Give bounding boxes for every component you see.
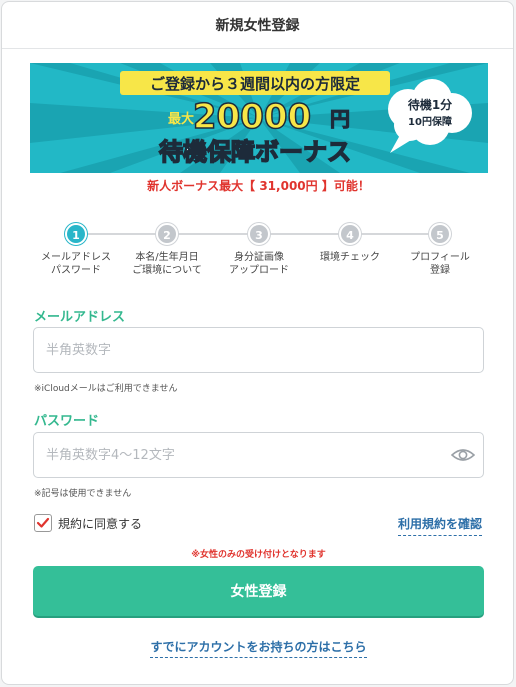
step-label: 本名/生年月日 ご環境について [132,252,202,276]
female-only-note: ※女性のみの受け付けとなります [191,550,326,560]
step-label: メールアドレス パスワード [41,252,111,276]
step-number: 3 [248,223,270,245]
header: 新規女性登録 [2,2,513,49]
step-5: 5 プロフィール 登録 [394,223,486,277]
step-number: 1 [65,223,87,245]
terms-link[interactable]: 利用規約を確認 [397,515,482,536]
password-note: ※記号は使用できません [34,489,132,499]
checkmark-icon [36,517,50,528]
progress-steps: 1 メールアドレス パスワード 2 本名/生年月日 ご環境について 3 身分証画… [30,220,488,290]
password-input[interactable] [33,432,484,478]
email-input[interactable] [33,327,484,373]
email-label: メールアドレス [34,310,126,325]
agree-checkbox-row[interactable]: 規約に同意する [34,514,142,532]
password-label: パスワード [34,414,100,429]
bubble-line2: 10円保障 [408,115,452,128]
promo-banner[interactable]: ご登録から３週間以内の方限定 最大 20000 円 待機保障ボーナス 待機1分 … [30,63,488,173]
agree-checkbox[interactable] [34,514,52,532]
email-note: ※iCloudメールはご利用できません [34,384,178,394]
login-link[interactable]: すでにアカウントをお持ちの方はこちら [150,640,367,658]
login-link-row: すでにアカウントをお持ちの方はこちら [2,636,515,658]
banner-max-prefix: 最大 [168,111,194,127]
step-number: 5 [429,223,451,245]
step-number: 4 [339,223,361,245]
female-register-button[interactable]: 女性登録 [33,566,484,616]
page-title: 新規女性登録 [215,18,300,34]
bonus-text: 新人ボーナス最大【 31,000円 】可能！ [147,179,370,193]
banner-bonus-name: 待機保障ボーナス [159,138,351,166]
step-1: 1 メールアドレス パスワード [30,223,122,277]
step-label: 身分証画像 アップロード [229,252,289,276]
registration-card: 新規女性登録 ご登録から３週間以内の方限定 最大 20000 円 待機保障ボーナ… [1,1,514,685]
step-2: 2 本名/生年月日 ご環境について [121,223,213,277]
step-label: プロフィール 登録 [410,252,470,276]
step-label: 環境チェック [320,252,380,263]
step-4: 4 環境チェック [304,223,396,264]
eye-icon[interactable] [451,444,475,466]
bubble-line1: 待機1分 [408,97,452,112]
agree-label: 規約に同意する [58,516,143,531]
step-3: 3 身分証画像 アップロード [213,223,305,277]
banner-headline: ご登録から３週間以内の方限定 [150,75,360,93]
promo-banner-graphic: ご登録から３週間以内の方限定 最大 20000 円 待機保障ボーナス 待機1分 … [30,63,488,173]
step-number: 2 [156,223,178,245]
banner-amount: 20000 [193,97,311,137]
speech-bubble [388,79,472,153]
banner-yen: 円 [330,107,350,131]
